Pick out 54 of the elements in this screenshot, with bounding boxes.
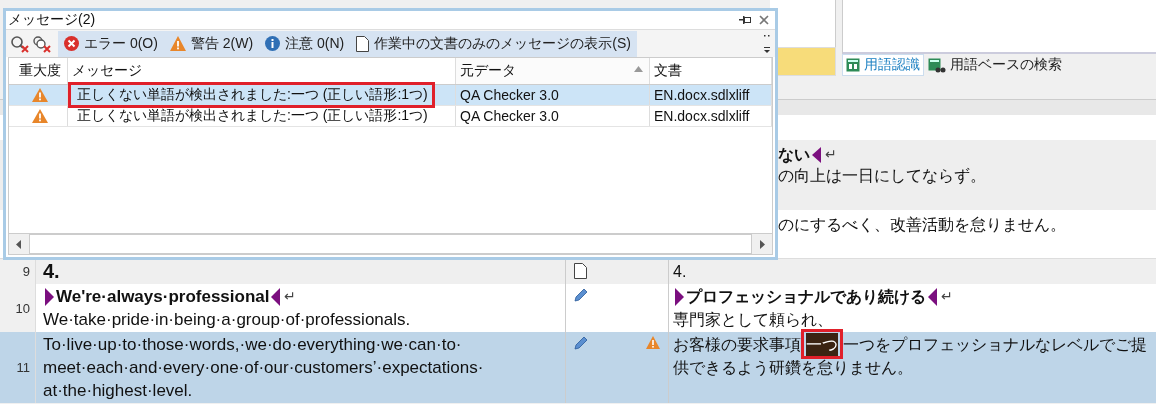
term-tab[interactable]: 用語認識: [842, 54, 924, 76]
warning-icon: [32, 109, 48, 123]
glossary-icon: [846, 58, 860, 72]
sort-arrow-icon: [634, 66, 643, 72]
message-row[interactable]: 正しくない単語が検出されました:一つ (正しい語形:1つ) QA Checker 3.0 EN.docx.sdlxliff: [9, 106, 772, 127]
warning-icon: [32, 88, 48, 102]
message-text: 正しくない単語が検出されました:一つ (正しい語形:1つ): [76, 86, 428, 104]
glossary-search-icon: [928, 57, 946, 73]
filter-button[interactable]: 注意 0(N): [259, 30, 351, 57]
warning-icon: [169, 36, 186, 51]
filter-button[interactable]: 作業中の文書のみのメッセージの表示(S): [350, 30, 637, 57]
pencil-icon: [574, 336, 588, 350]
warning-icon: [646, 336, 660, 349]
column-header[interactable]: 元データ: [456, 58, 650, 84]
document-name: EN.docx.sdlxliff: [654, 108, 750, 124]
term-tab[interactable]: 用語ベースの検索: [924, 54, 1066, 76]
segment-text: 供できるよう研鑽を怠りません。: [673, 358, 913, 378]
source-text: QA Checker 3.0: [460, 108, 559, 124]
pencil-icon: [574, 288, 588, 302]
segment-text: お客様の要求事項: [673, 335, 801, 355]
document-name: EN.docx.sdlxliff: [654, 87, 750, 103]
clear-all-icon[interactable]: [32, 34, 52, 53]
segment-text: 一つをプロフェッショナルなレベルでご提: [843, 335, 1147, 355]
segment-text: at·the·highest·level.: [43, 380, 193, 402]
segment-text: のにするべく、改善活動を怠りません。: [778, 215, 1066, 235]
source-text: QA Checker 3.0: [460, 87, 559, 103]
horizontal-scrollbar[interactable]: [9, 233, 772, 254]
window-title: メッセージ(2): [8, 11, 96, 29]
segment-text: 4.: [673, 262, 687, 282]
line-break-mark: ↵: [284, 287, 297, 306]
clear-icon[interactable]: [10, 34, 30, 53]
error-icon: [64, 36, 79, 51]
segment-text: ない: [778, 145, 810, 165]
segment-text: プロフェッショナルであり続ける: [686, 287, 926, 307]
pin-icon[interactable]: [739, 15, 751, 25]
message-text: 正しくない単語が検出されました:一つ (正しい語形:1つ): [76, 107, 428, 125]
segment-number: 10: [0, 284, 36, 332]
message-row[interactable]: 正しくない単語が検出されました:一つ (正しい語形:1つ) QA Checker 3.0 EN.docx.sdlxliff: [9, 85, 772, 106]
segment-text: の向上は一日にしてならず。: [778, 166, 986, 186]
filter-button[interactable]: エラー 0(O): [58, 30, 164, 57]
filter-button[interactable]: 警告 2(W): [163, 30, 260, 57]
close-icon[interactable]: [759, 15, 769, 25]
segment-text: 専門家として頼られ、: [673, 310, 833, 330]
segment-text: meet·each·and·every·one·of·our·customers’·expectations·: [43, 357, 484, 379]
segment-text: We·take·pride·in·being·a·group·of·professionals.: [43, 309, 411, 331]
segment-text: To·live·up·to·those·words,·we·do·everything·we·can·to·: [43, 334, 462, 356]
line-break-mark: ↵: [825, 145, 837, 164]
segment-text: We're·always·professional: [56, 286, 270, 308]
segment-text: 4.: [43, 260, 60, 283]
overflow-icon[interactable]: [763, 32, 771, 55]
line-break-mark: ↵: [941, 287, 953, 306]
info-icon: [265, 36, 281, 51]
document-icon: [574, 263, 587, 279]
document-icon: [356, 35, 370, 52]
